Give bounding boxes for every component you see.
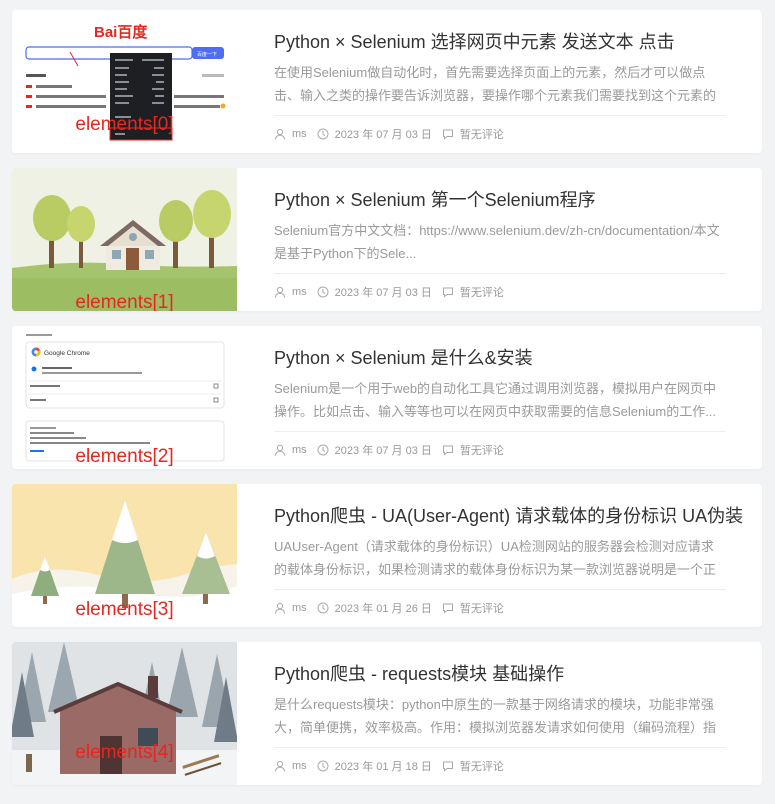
comment-icon — [442, 761, 453, 772]
thumbnail-overlay-label: elements[4] — [75, 742, 174, 763]
post-thumbnail[interactable]: Bai百度 百度一下 elements[0] — [12, 10, 237, 153]
thumbnail-overlay-label: elements[0] — [75, 114, 174, 135]
post-author[interactable]: ms — [292, 602, 307, 614]
post-author[interactable]: ms — [292, 444, 307, 456]
comment-icon — [442, 129, 453, 140]
divider — [274, 431, 726, 432]
post-comments[interactable]: 暂无评论 — [460, 600, 504, 616]
post-date: 2023 年 01 月 26 日 — [334, 603, 432, 615]
comment-icon — [442, 287, 453, 298]
post-title[interactable]: Python × Selenium 第一个Selenium程序 — [274, 186, 744, 212]
clock-icon — [317, 286, 329, 298]
post-comments[interactable]: 暂无评论 — [460, 442, 504, 458]
thumbnail-overlay-label: elements[3] — [75, 599, 174, 620]
clock-icon — [317, 444, 329, 456]
post-title[interactable]: Python × Selenium 是什么&安装 — [274, 344, 744, 370]
thumbnail-overlay-label: elements[2] — [75, 446, 174, 467]
post-card[interactable]: elements[3] Python爬虫 - UA(User-Agent) 请求… — [12, 484, 762, 627]
post-meta: ms 2023 年 01 月 26 日 暂无评论 — [274, 600, 504, 616]
divider — [274, 273, 726, 274]
post-excerpt: Selenium是一个用于web的自动化工具它通过调用浏览器，模拟用户在网页中操… — [274, 381, 717, 419]
post-title[interactable]: Python × Selenium 选择网页中元素 发送文本 点击 — [274, 28, 744, 54]
user-icon — [275, 286, 285, 298]
user-icon — [275, 444, 285, 456]
post-comments[interactable]: 暂无评论 — [460, 758, 504, 774]
post-date: 2023 年 01 月 18 日 — [334, 761, 432, 773]
divider — [274, 747, 726, 748]
post-author[interactable]: ms — [292, 286, 307, 298]
comment-icon — [442, 603, 453, 614]
comment-icon — [442, 445, 453, 456]
post-excerpt: 在使用Selenium做自动化时，首先需要选择页面上的元素，然后才可以做点击、输… — [274, 65, 717, 103]
post-meta: ms 2023 年 01 月 18 日 暂无评论 — [274, 758, 504, 774]
post-date: 2023 年 07 月 03 日 — [334, 287, 432, 299]
post-title[interactable]: Python爬虫 - requests模块 基础操作 — [274, 660, 744, 686]
post-meta: ms 2023 年 07 月 03 日 暂无评论 — [274, 442, 504, 458]
post-title[interactable]: Python爬虫 - UA(User-Agent) 请求载体的身份标识 UA伪装 — [274, 502, 744, 528]
post-card[interactable]: Bai百度 百度一下 elements[0] Python × Selenium… — [12, 10, 762, 153]
user-icon — [275, 602, 285, 614]
post-thumbnail[interactable]: elements[4] — [12, 642, 237, 785]
post-thumbnail[interactable]: Google Chrome elements[2] — [12, 326, 237, 469]
post-comments[interactable]: 暂无评论 — [460, 126, 504, 142]
post-excerpt: 是什么requests模块：python中原生的一款基于网络请求的模块，功能非常… — [274, 697, 717, 735]
post-excerpt: Selenium官方中文文档：https://www.selenium.dev/… — [274, 223, 720, 261]
post-card[interactable]: Google Chrome elements[2] Python × Selen… — [12, 326, 762, 469]
post-author[interactable]: ms — [292, 128, 307, 140]
svg-text:百度一下: 百度一下 — [197, 51, 217, 58]
post-card[interactable]: elements[4] Python爬虫 - requests模块 基础操作 是… — [12, 642, 762, 785]
post-date: 2023 年 07 月 03 日 — [334, 445, 432, 457]
post-thumbnail[interactable]: elements[3] — [12, 484, 237, 627]
user-icon — [275, 760, 285, 772]
post-author[interactable]: ms — [292, 760, 307, 772]
post-meta: ms 2023 年 07 月 03 日 暂无评论 — [274, 126, 504, 142]
post-list: Bai百度 百度一下 elements[0] Python × Selenium… — [0, 0, 775, 804]
thumbnail-overlay-label: elements[1] — [75, 292, 174, 311]
post-comments[interactable]: 暂无评论 — [460, 284, 504, 300]
baidu-logo: Bai百度 — [94, 23, 148, 41]
post-date: 2023 年 07 月 03 日 — [334, 129, 432, 141]
clock-icon — [317, 128, 329, 140]
user-icon — [275, 128, 285, 140]
post-meta: ms 2023 年 07 月 03 日 暂无评论 — [274, 284, 504, 300]
post-excerpt: UAUser-Agent（请求载体的身份标识）UA检测网站的服务器会检测对应请求… — [274, 539, 717, 577]
clock-icon — [317, 602, 329, 614]
house-trees-illustration — [12, 168, 237, 311]
divider — [274, 115, 726, 116]
chrome-app-name: Google Chrome — [44, 350, 90, 357]
divider — [274, 589, 726, 590]
post-thumbnail[interactable]: elements[1] — [12, 168, 237, 311]
post-card[interactable]: elements[1] Python × Selenium 第一个Seleniu… — [12, 168, 762, 311]
clock-icon — [317, 760, 329, 772]
